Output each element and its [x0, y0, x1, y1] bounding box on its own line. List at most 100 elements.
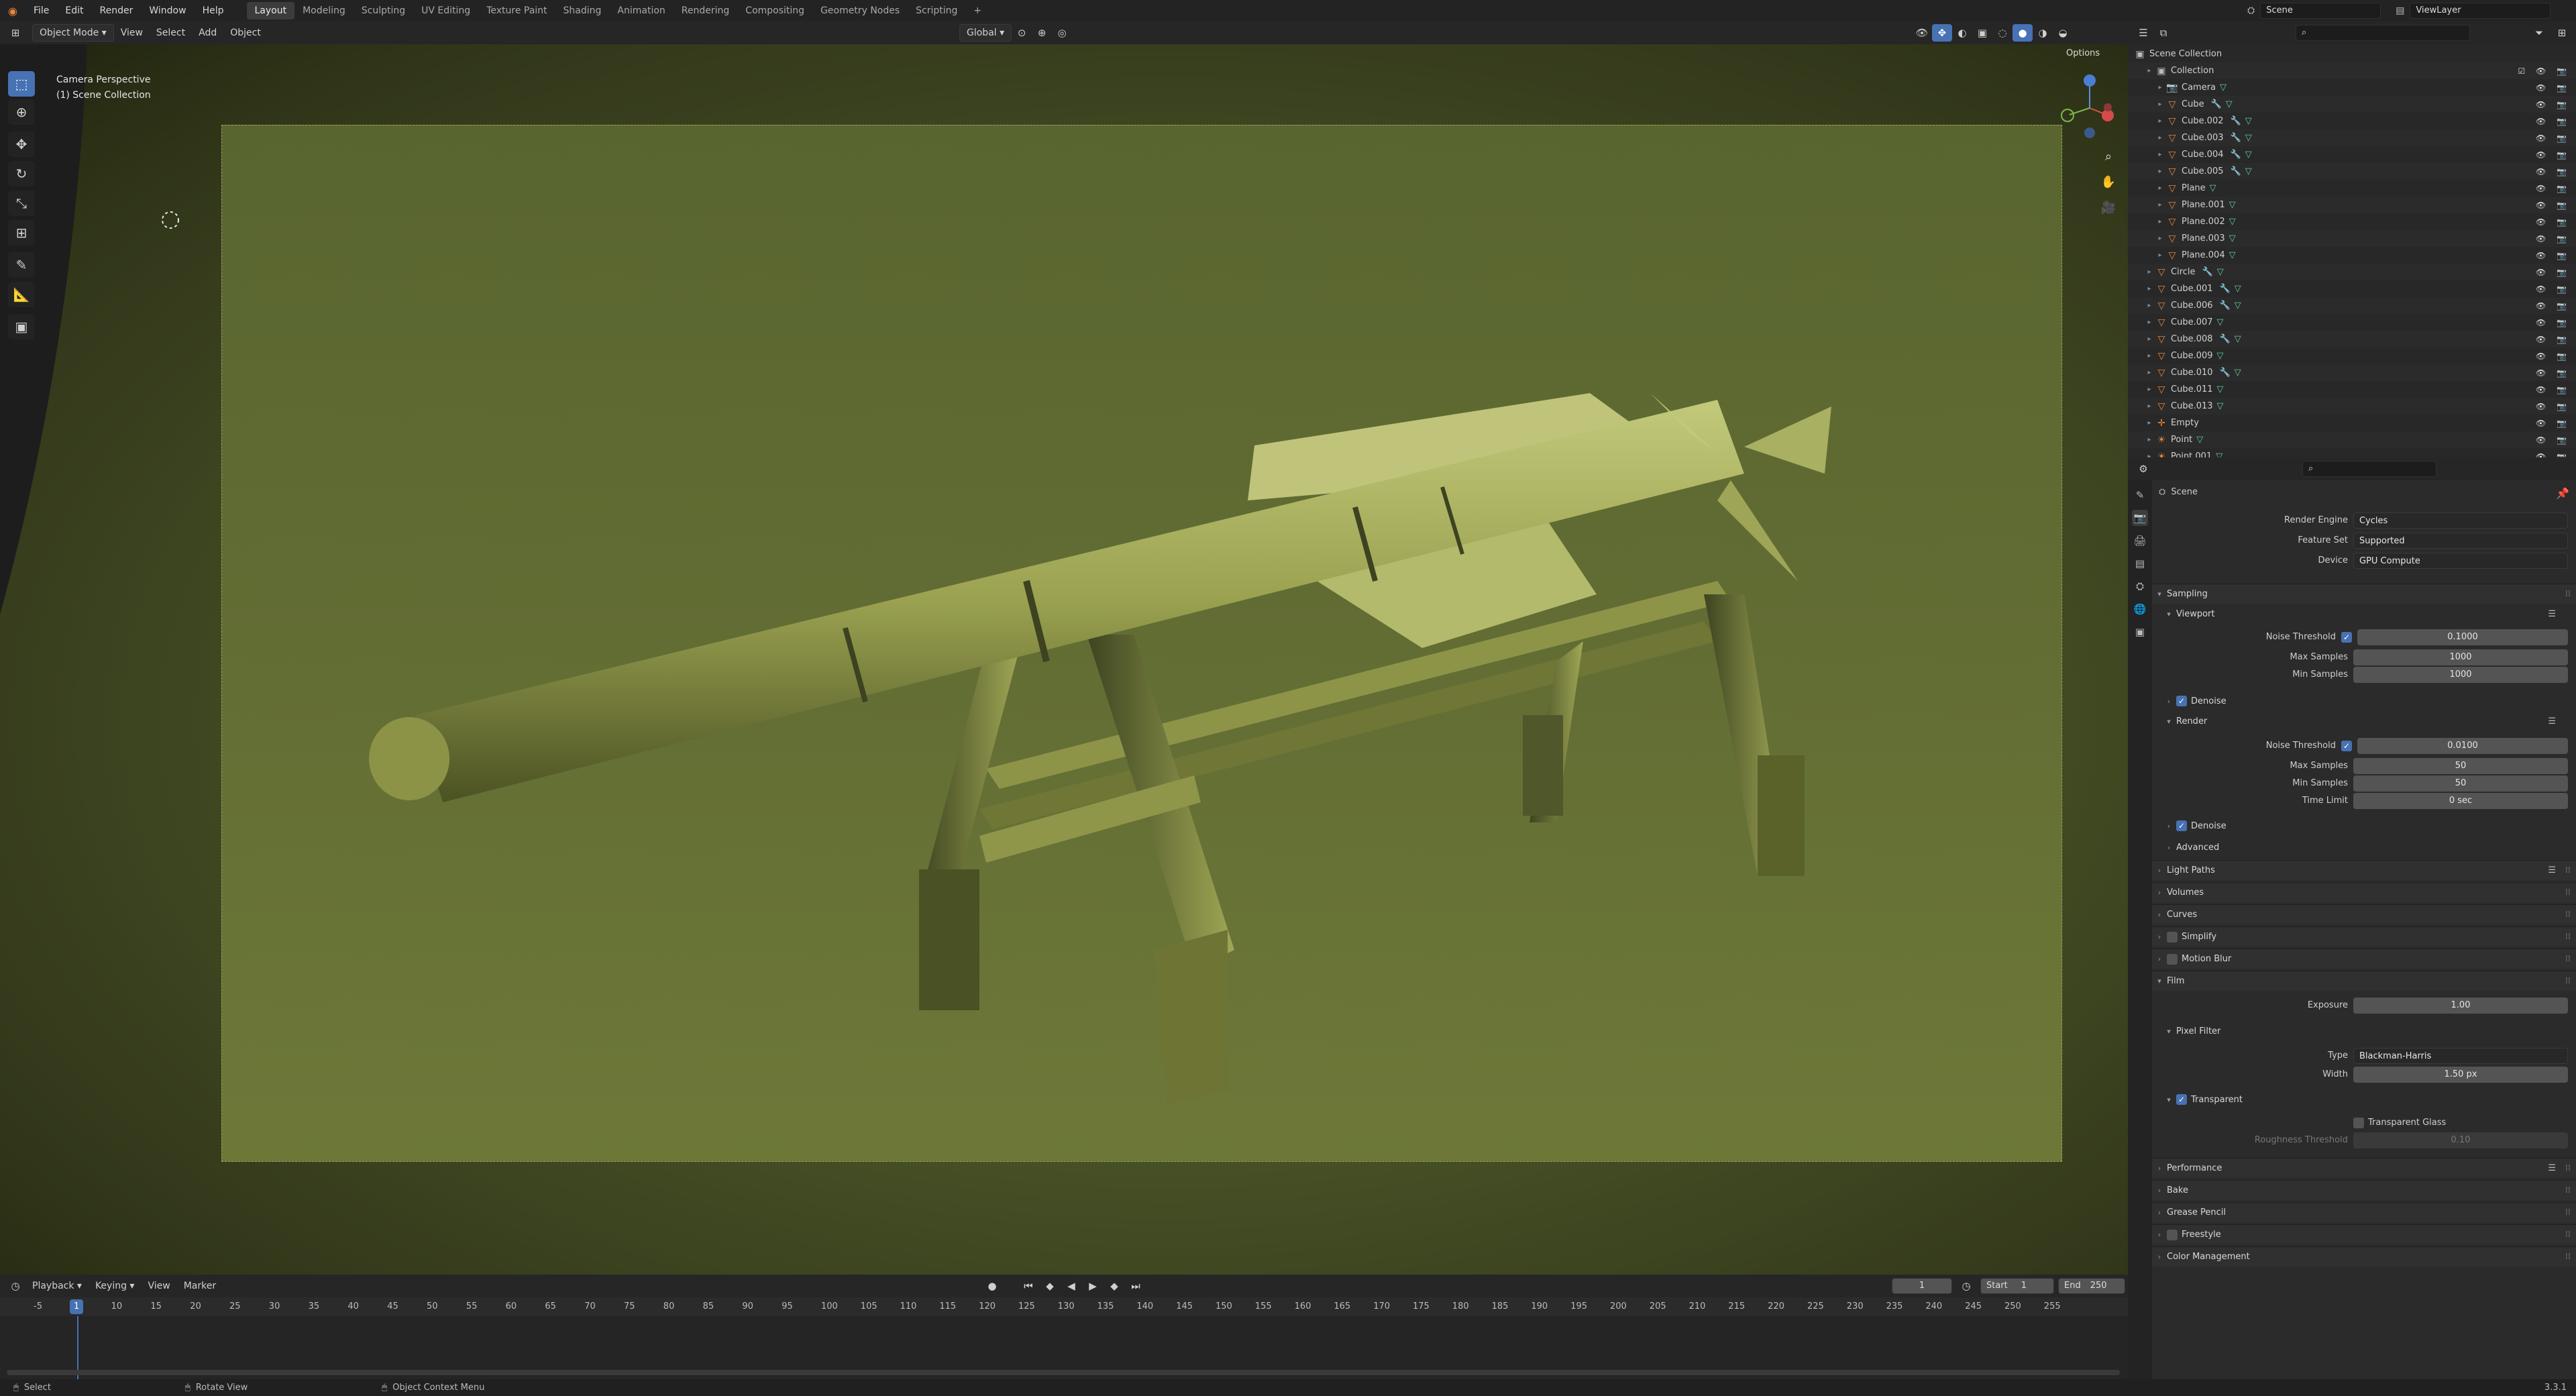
- exposure-field[interactable]: 1.00: [2353, 998, 2568, 1014]
- bake-header[interactable]: › Bake ⁞⁞: [2152, 1180, 2576, 1200]
- rotate-tool-icon[interactable]: ↻: [8, 161, 35, 186]
- menu-view[interactable]: View: [114, 24, 150, 42]
- visibility-toggle-icon[interactable]: 👁 📷: [2536, 217, 2571, 227]
- volumes-header[interactable]: › Volumes ⁞⁞: [2152, 882, 2576, 902]
- volumes-drag-icon[interactable]: ⁞⁞: [2565, 888, 2571, 898]
- r-noise-checkbox[interactable]: ✓: [2341, 741, 2352, 751]
- performance-drag-icon[interactable]: ⁞⁞: [2565, 1163, 2571, 1173]
- timeline-scrollbar[interactable]: [7, 1370, 2120, 1375]
- expand-arrow-icon[interactable]: ▸: [2144, 436, 2155, 443]
- outliner-search-input[interactable]: ⌕: [2296, 25, 2470, 41]
- outliner-row[interactable]: ▸ ✛ Empty 👁 📷: [2128, 415, 2576, 431]
- blender-logo-icon[interactable]: ◉: [0, 5, 25, 17]
- 3d-cursor[interactable]: [162, 211, 179, 229]
- viewport-subpanel-header[interactable]: ▾ Viewport ☰: [2152, 604, 2576, 624]
- view-layer-tab-icon[interactable]: ▤: [2132, 555, 2148, 572]
- vp-noise-checkbox[interactable]: ✓: [2341, 632, 2352, 643]
- visibility-toggle-icon[interactable]: 👁 📷: [2536, 268, 2571, 277]
- tab-texture-paint[interactable]: Texture Paint: [478, 2, 555, 19]
- presets-icon[interactable]: ☰: [2548, 609, 2556, 619]
- options-button[interactable]: Options: [2066, 48, 2100, 58]
- select-tool-icon[interactable]: ⬚: [8, 71, 35, 97]
- modifier-icon[interactable]: 🔧: [2220, 368, 2231, 378]
- properties-search-input[interactable]: ⌕: [2302, 461, 2436, 477]
- outliner-row[interactable]: ▸ ▽ Cube.013 ▽ 👁 📷: [2128, 398, 2576, 415]
- outliner-row[interactable]: ▸ ▽ Cube.005 🔧 ▽ 👁 📷: [2128, 163, 2576, 180]
- visibility-toggle-icon[interactable]: 👁 📷: [2536, 167, 2571, 176]
- expand-arrow-icon[interactable]: ▸: [2155, 168, 2165, 175]
- vp-noise-field[interactable]: 0.1000: [2357, 629, 2568, 645]
- menu-playback[interactable]: Playback ▾: [25, 1277, 89, 1295]
- play-reverse-icon[interactable]: ◀: [1061, 1277, 1081, 1295]
- mesh-data-icon[interactable]: ▽: [2245, 150, 2252, 160]
- mesh-data-icon[interactable]: ▽: [2229, 200, 2236, 210]
- viewport[interactable]: Camera Perspective (1) Scene Collection …: [0, 44, 2128, 1275]
- menu-render[interactable]: Render: [92, 5, 142, 16]
- modifier-icon[interactable]: 🔧: [2231, 166, 2241, 176]
- scale-tool-icon[interactable]: ⤡: [8, 191, 35, 216]
- device-select[interactable]: GPU Compute: [2353, 553, 2568, 569]
- performance-presets-icon[interactable]: ☰: [2548, 1163, 2556, 1173]
- tool-tab-icon[interactable]: ✎: [2132, 487, 2148, 503]
- overlay-icon[interactable]: ◐: [1952, 24, 1972, 42]
- modifier-icon[interactable]: 🔧: [2231, 133, 2241, 143]
- tab-rendering[interactable]: Rendering: [674, 2, 738, 19]
- new-collection-icon[interactable]: ⊞: [2552, 24, 2572, 42]
- timeline-body[interactable]: [0, 1316, 2128, 1379]
- xray-icon[interactable]: ▣: [1972, 24, 1992, 42]
- visibility-toggle-icon[interactable]: ☑ 👁 📷: [2518, 66, 2571, 76]
- visibility-toggle-icon[interactable]: 👁 📷: [2536, 184, 2571, 193]
- transparent-checkbox[interactable]: ✓: [2176, 1094, 2187, 1105]
- current-frame-marker[interactable]: 1: [70, 1299, 84, 1314]
- mesh-data-icon[interactable]: ▽: [2235, 284, 2241, 294]
- expand-arrow-icon[interactable]: ▸: [2144, 285, 2155, 292]
- menu-window[interactable]: Window: [141, 5, 194, 16]
- r-max-field[interactable]: 50: [2353, 758, 2568, 774]
- r-noise-field[interactable]: 0.0100: [2357, 738, 2568, 754]
- mesh-data-icon[interactable]: ▽: [2235, 334, 2241, 344]
- tab-sculpting[interactable]: Sculpting: [354, 2, 413, 19]
- outliner-row[interactable]: ▸ ▽ Cube.002 🔧 ▽ 👁 📷: [2128, 113, 2576, 129]
- pivot-icon[interactable]: ⊙: [1012, 24, 1032, 42]
- outliner-row[interactable]: ▸ ▽ Cube 🔧 ▽ 👁 📷: [2128, 96, 2576, 113]
- outliner-row[interactable]: ▸ ▽ Plane.002 ▽ 👁 📷: [2128, 213, 2576, 230]
- gizmo-icon[interactable]: ✥: [1932, 24, 1952, 42]
- world-tab-icon[interactable]: 🌐: [2132, 601, 2148, 617]
- cursor-tool-icon[interactable]: ⊕: [8, 99, 35, 125]
- transform-tool-icon[interactable]: ⊞: [8, 220, 35, 246]
- mesh-data-icon[interactable]: ▽: [2229, 233, 2236, 244]
- menu-add[interactable]: Add: [192, 24, 223, 42]
- outliner-row[interactable]: ▸ ☀ Point.001 ▽ 👁 📷: [2128, 448, 2576, 458]
- expand-arrow-icon[interactable]: ▸: [2144, 386, 2155, 393]
- outliner-row[interactable]: ▸ ▽ Cube.009 ▽ 👁 📷: [2128, 347, 2576, 364]
- view-layer-selector[interactable]: ViewLayer: [2410, 3, 2551, 19]
- move-tool-icon[interactable]: ✥: [8, 131, 35, 157]
- visibility-toggle-icon[interactable]: 👁 📷: [2536, 419, 2571, 428]
- color-management-header[interactable]: › Color Management ⁞⁞: [2152, 1246, 2576, 1267]
- mode-selector[interactable]: Object Mode ▾: [32, 24, 114, 42]
- zoom-icon[interactable]: ⌕: [2097, 145, 2120, 168]
- feature-set-select[interactable]: Supported: [2353, 533, 2568, 549]
- modifier-icon[interactable]: 🔧: [2220, 334, 2231, 344]
- expand-arrow-icon[interactable]: ▸: [2144, 302, 2155, 309]
- tab-geometry-nodes[interactable]: Geometry Nodes: [812, 2, 908, 19]
- simplify-drag-icon[interactable]: ⁞⁞: [2565, 932, 2571, 942]
- mesh-data-icon[interactable]: ▽: [2217, 267, 2224, 277]
- mesh-data-icon[interactable]: ▽: [2229, 217, 2236, 227]
- solid-shading-icon[interactable]: ●: [2012, 24, 2033, 42]
- mesh-data-icon[interactable]: ▽: [2245, 133, 2252, 143]
- simplify-checkbox[interactable]: [2167, 931, 2178, 943]
- curves-header[interactable]: › Curves ⁞⁞: [2152, 904, 2576, 924]
- vp-denoise-checkbox[interactable]: ✓: [2176, 696, 2187, 706]
- vp-max-field[interactable]: 1000: [2353, 649, 2568, 665]
- mesh-data-icon[interactable]: ▽: [2217, 401, 2224, 411]
- freestyle-drag-icon[interactable]: ⁞⁞: [2565, 1230, 2571, 1240]
- filter-icon[interactable]: ⏷: [2529, 24, 2549, 42]
- render-tab-icon[interactable]: 📷: [2132, 510, 2148, 526]
- record-icon[interactable]: ●: [982, 1277, 1002, 1295]
- outliner-row[interactable]: ▸ ▽ Circle 🔧 ▽ 👁 📷: [2128, 264, 2576, 280]
- grease-pencil-header[interactable]: › Grease Pencil ⁞⁞: [2152, 1202, 2576, 1222]
- snap-icon[interactable]: ⊕: [1032, 24, 1052, 42]
- sampling-panel-header[interactable]: ▾ Sampling ⁞⁞: [2152, 584, 2576, 604]
- tab-animation[interactable]: Animation: [609, 2, 673, 19]
